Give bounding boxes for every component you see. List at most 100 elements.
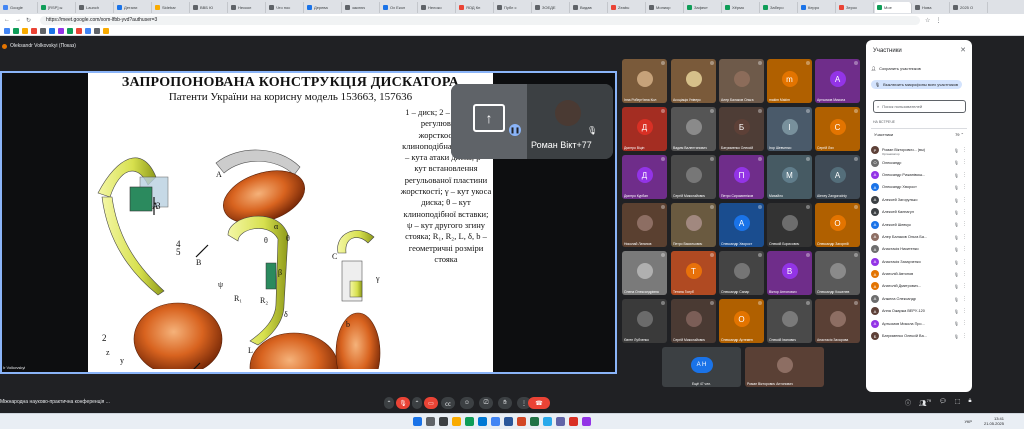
- browser-tab[interactable]: Хёрмо: [723, 1, 760, 13]
- mic-off-icon[interactable]: 🎙︎: [954, 198, 959, 203]
- more-options-icon[interactable]: ⋮: [962, 320, 967, 326]
- mute-all-button[interactable]: 🎙︎ Выключить микрофоны всех участников: [871, 80, 962, 89]
- browser-tab[interactable]: Публ с: [495, 1, 532, 13]
- participant-tile[interactable]: Євген Лубченко: [622, 299, 667, 343]
- browser-tab[interactable]: Мое: [875, 1, 912, 13]
- participant-tile[interactable]: Б Батрименко Олексій: [719, 107, 764, 151]
- participant-row[interactable]: А Артьомов Микола Про... 🎙︎ ⋮: [871, 317, 969, 329]
- people-icon[interactable]: 👥︎79: [919, 398, 931, 407]
- bookmark-icon[interactable]: [13, 27, 19, 34]
- bookmark-icon[interactable]: [49, 27, 55, 34]
- bookmark-icon[interactable]: [4, 27, 10, 34]
- participant-row[interactable]: А Алексей Шевчук 🎙︎ ⋮: [871, 218, 969, 230]
- more-options-icon[interactable]: ⋮: [962, 246, 967, 252]
- browser-tab[interactable]: Заберо: [761, 1, 798, 13]
- bookmark-icon[interactable]: [103, 27, 109, 34]
- mic-off-icon[interactable]: 🎙︎: [954, 210, 959, 215]
- mic-off-icon[interactable]: 🎙︎: [954, 321, 959, 326]
- participant-row[interactable]: А Олександр Хворост 🎙︎ ⋮: [871, 181, 969, 193]
- more-options-icon[interactable]: ⋮: [962, 333, 967, 339]
- browser-tab[interactable]: ВВБ Ю: [191, 1, 228, 13]
- leave-call-button[interactable]: ☎: [528, 397, 550, 409]
- participant-tile[interactable]: П Петро Сиромятніков: [719, 155, 764, 199]
- participant-row[interactable]: Б Батрименко Олексій Ва... 🎙︎ ⋮: [871, 330, 969, 342]
- participant-row[interactable]: А Анжела Олександр 🎙︎ ⋮: [871, 293, 969, 305]
- more-options-icon[interactable]: ⋮: [962, 159, 967, 165]
- mic-off-icon[interactable]: 🎙︎: [954, 309, 959, 314]
- participant-tile[interactable]: О Олександр Загорній: [815, 203, 860, 247]
- participants-group-header[interactable]: Участники 79 ⌃: [871, 128, 967, 140]
- reload-icon[interactable]: ↻: [26, 17, 31, 24]
- more-options-icon[interactable]: ⋮: [962, 184, 967, 190]
- forward-icon[interactable]: →: [15, 17, 21, 23]
- mic-off-icon[interactable]: 🎙︎: [954, 185, 959, 190]
- participant-tile[interactable]: М Михайло: [767, 155, 812, 199]
- mic-off-icon[interactable]: 🎙︎: [954, 260, 959, 265]
- raise-hand-button[interactable]: ✋︎: [498, 397, 512, 409]
- mic-off-icon[interactable]: 🎙︎: [954, 222, 959, 227]
- browser-tab[interactable]: Нова: [913, 1, 950, 13]
- participant-tile[interactable]: Сергій Миколайович: [671, 299, 716, 343]
- microphone-button[interactable]: 🎙︎: [396, 397, 410, 409]
- present-button[interactable]: ⎚: [479, 397, 493, 409]
- clock[interactable]: 13:41 21.05.2025: [984, 416, 1004, 426]
- excel-icon[interactable]: [530, 417, 539, 426]
- camera-button[interactable]: ▭: [424, 397, 438, 409]
- more-options-icon[interactable]: ⋮: [962, 296, 967, 302]
- participant-tile[interactable]: Олександр Сапар: [719, 251, 764, 295]
- back-icon[interactable]: ←: [4, 17, 10, 23]
- participant-tile[interactable]: Анастасія Захарова: [815, 299, 860, 343]
- star-icon[interactable]: ☆: [925, 17, 930, 24]
- participant-tile[interactable]: В Віктор Антонович: [767, 251, 812, 295]
- bookmark-icon[interactable]: [85, 27, 91, 34]
- search-input[interactable]: ⌕ Поиск пользователей: [873, 100, 966, 113]
- participant-tile[interactable]: Д Дмитро Курбан: [622, 155, 667, 199]
- task-view-icon[interactable]: [439, 417, 448, 426]
- more-options-icon[interactable]: ⋮: [962, 283, 967, 289]
- browser-tab[interactable]: Зафект: [685, 1, 722, 13]
- self-tile[interactable]: Роман Вікторович Антонович: [745, 347, 824, 387]
- participant-tile[interactable]: Олексій Борисович: [767, 203, 812, 247]
- browser-tab[interactable]: Дерева: [305, 1, 342, 13]
- mic-off-icon[interactable]: 🎙︎: [587, 126, 597, 135]
- others-tile[interactable]: A H Ещё 47 чел.: [662, 347, 741, 387]
- mic-off-icon[interactable]: 🎙︎: [954, 297, 959, 302]
- app-icon[interactable]: [582, 417, 591, 426]
- mic-off-icon[interactable]: 🎙︎: [954, 148, 959, 153]
- keyboard-language[interactable]: УКР: [964, 419, 972, 424]
- close-icon[interactable]: ✕: [960, 46, 966, 54]
- add-people-button[interactable]: 👤︎ Сохранить участников: [871, 66, 921, 71]
- mic-off-icon[interactable]: 🎙︎: [954, 160, 959, 165]
- chrome-icon[interactable]: [491, 417, 500, 426]
- participant-row[interactable]: А Алексей Загорулько 🎙︎ ⋮: [871, 194, 969, 206]
- browser-tab[interactable]: Нелоко: [419, 1, 456, 13]
- browser-tab[interactable]: Детали: [115, 1, 152, 13]
- browser-tab[interactable]: Мониор: [647, 1, 684, 13]
- participant-tile[interactable]: Алер Балаков Ольга: [719, 59, 764, 103]
- mic-off-icon[interactable]: 🎙︎: [954, 247, 959, 252]
- more-options-icon[interactable]: ⋮: [962, 259, 967, 265]
- more-mic-options-button[interactable]: ⌃: [384, 397, 394, 409]
- browser-tab[interactable]: Керро: [799, 1, 836, 13]
- bookmark-icon[interactable]: [94, 27, 100, 34]
- more-options-icon[interactable]: ⋮: [962, 234, 967, 240]
- participant-tile[interactable]: А Alexey Zavgorodniy: [815, 155, 860, 199]
- browser-tab[interactable]: Нескол: [229, 1, 266, 13]
- browser-tab[interactable]: [RSP] ы: [39, 1, 76, 13]
- participant-tile[interactable]: О Олександр Артемен: [719, 299, 764, 343]
- more-options-icon[interactable]: ⋮: [962, 308, 967, 314]
- participant-row[interactable]: А Анна Ожаржа ВЕРУ-120 🎙︎ ⋮: [871, 305, 969, 317]
- participant-tile[interactable]: Т Тетяна Голуб: [671, 251, 716, 295]
- browser-tab[interactable]: заключ: [343, 1, 380, 13]
- participant-tile[interactable]: Николай Латанов: [622, 203, 667, 247]
- info-icon[interactable]: ⓘ: [905, 398, 911, 407]
- bookmark-icon[interactable]: [40, 27, 46, 34]
- bookmark-icon[interactable]: [67, 27, 73, 34]
- participant-tile[interactable]: Д Дмитро Віцін: [622, 107, 667, 151]
- whatsapp-icon[interactable]: [465, 417, 474, 426]
- url-field[interactable]: https://meet.google.com/xom-lfbb-yvd?aut…: [40, 15, 921, 25]
- bookmark-icon[interactable]: [31, 27, 37, 34]
- mic-off-icon[interactable]: 🎙︎: [954, 334, 959, 339]
- participant-tile[interactable]: Інна Роберт'івна Кол: [622, 59, 667, 103]
- participant-row[interactable]: А Анастасія Захарченко 🎙︎ ⋮: [871, 256, 969, 268]
